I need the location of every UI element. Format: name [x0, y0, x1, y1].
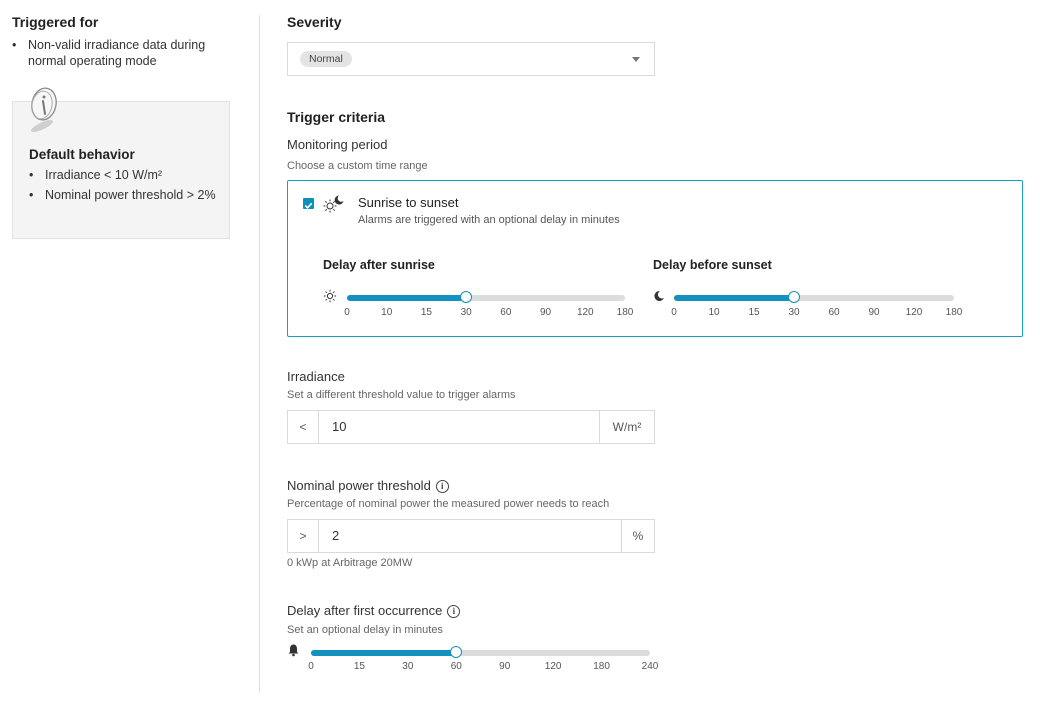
- nominal-power-label: Nominal power threshold i: [287, 478, 449, 494]
- slider-tick-label: 10: [708, 307, 720, 318]
- slider-tick-label: 120: [905, 307, 923, 318]
- slider-tick-label: 180: [945, 307, 963, 318]
- slider-tick-label: 30: [788, 307, 800, 318]
- info-icon[interactable]: i: [435, 480, 449, 494]
- list-item: • Non-valid irradiance data during norma…: [12, 37, 237, 69]
- delay-first-occurrence-sub: Set an optional delay in minutes: [287, 624, 443, 636]
- default-behavior-box: Default behavior • Irradiance < 10 W/m² …: [12, 87, 230, 239]
- trigger-criteria-title: Trigger criteria: [287, 109, 386, 125]
- slider-tick-label: 90: [868, 307, 880, 318]
- severity-select[interactable]: Normal: [287, 42, 655, 76]
- slider-fill: [311, 650, 457, 656]
- delay-after-sunrise-slider[interactable]: [347, 291, 625, 303]
- severity-title: Severity: [287, 14, 342, 30]
- irradiance-input[interactable]: < 10 W/m²: [287, 410, 655, 444]
- bell-icon: [288, 644, 299, 657]
- default-item-nominal: Nominal power threshold > 2%: [45, 188, 216, 202]
- nominal-power-note: 0 kWp at Arbitrage 20MW: [287, 557, 413, 569]
- slider-tick-label: 60: [500, 307, 512, 318]
- sun-icon: [323, 289, 337, 303]
- delay-before-sunset-title: Delay before sunset: [653, 258, 772, 272]
- default-behavior-list: • Irradiance < 10 W/m² • Nominal power t…: [29, 167, 219, 207]
- slider-tick-label: 15: [420, 307, 432, 318]
- sun-moon-icon: [323, 195, 344, 213]
- check-icon: [304, 202, 313, 209]
- delay-first-occurrence-label: Delay after first occurrence i: [287, 603, 461, 619]
- moon-icon: [654, 290, 664, 301]
- slider-tick-label: 120: [544, 661, 562, 672]
- sunrise-sunset-checkbox[interactable]: [303, 198, 314, 209]
- slider-tick-label: 15: [353, 661, 365, 672]
- nominal-power-label-text: Nominal power threshold: [287, 478, 431, 493]
- list-item: • Nominal power threshold > 2%: [29, 187, 219, 203]
- irradiance-label: Irradiance: [287, 369, 345, 384]
- slider-tick-label: 30: [460, 307, 472, 318]
- slider-handle[interactable]: [788, 291, 800, 303]
- slider-tick-label: 10: [381, 307, 393, 318]
- slider-tick-label: 0: [308, 661, 314, 672]
- nominal-value[interactable]: 2: [332, 520, 339, 552]
- triggered-for-list: • Non-valid irradiance data during norma…: [12, 37, 237, 69]
- delay-before-sunset-slider[interactable]: [674, 291, 954, 303]
- slider-fill: [347, 295, 467, 301]
- nominal-unit: %: [621, 520, 654, 552]
- slider-tick-label: 90: [499, 661, 511, 672]
- nominal-power-sub: Percentage of nominal power the measured…: [287, 498, 610, 510]
- severity-value-chip: Normal: [300, 51, 352, 67]
- triggered-for-item: Non-valid irradiance data during normal …: [28, 38, 206, 68]
- irradiance-value[interactable]: 10: [332, 411, 346, 443]
- info-icon: [31, 87, 57, 132]
- nominal-power-input[interactable]: > 2 %: [287, 519, 655, 553]
- irradiance-sub: Set a different threshold value to trigg…: [287, 389, 516, 401]
- irradiance-unit: W/m²: [599, 411, 654, 443]
- monitoring-period-label: Monitoring period: [287, 137, 388, 152]
- slider-handle[interactable]: [460, 291, 473, 303]
- triggered-for-title: Triggered for: [12, 14, 99, 30]
- slider-tick-label: 30: [402, 661, 414, 672]
- sunrise-sunset-option[interactable]: Sunrise to sunset Alarms are triggered w…: [287, 180, 1023, 337]
- slider-tick-label: 180: [593, 661, 610, 672]
- delay-first-occurrence-slider[interactable]: [311, 646, 650, 658]
- sunrise-sunset-sub: Alarms are triggered with an optional de…: [358, 214, 620, 226]
- slider-tick-label: 0: [344, 307, 350, 318]
- list-item: • Irradiance < 10 W/m²: [29, 167, 219, 183]
- default-item-irradiance: Irradiance < 10 W/m²: [45, 168, 163, 182]
- slider-tick-label: 15: [748, 307, 760, 318]
- column-divider: [259, 15, 260, 693]
- slider-tick-label: 60: [450, 661, 462, 672]
- slider-handle[interactable]: [450, 646, 463, 658]
- delay-first-occurrence-label-text: Delay after first occurrence: [287, 603, 443, 618]
- slider-tick-label: 60: [828, 307, 840, 318]
- irradiance-operator: <: [288, 411, 319, 443]
- slider-tick-label: 180: [616, 307, 634, 318]
- nominal-operator: >: [288, 520, 319, 552]
- slider-fill: [674, 295, 794, 301]
- default-behavior-title: Default behavior: [29, 147, 135, 162]
- slider-tick-label: 90: [540, 307, 552, 318]
- slider-tick-label: 240: [641, 661, 659, 672]
- info-icon[interactable]: i: [447, 605, 461, 619]
- sunrise-sunset-title: Sunrise to sunset: [358, 195, 459, 210]
- chevron-down-icon[interactable]: [632, 57, 640, 62]
- slider-tick-label: 0: [671, 307, 677, 318]
- slider-tick-label: 120: [576, 307, 594, 318]
- delay-after-sunrise-title: Delay after sunrise: [323, 258, 435, 272]
- monitoring-period-sub: Choose a custom time range: [287, 160, 428, 172]
